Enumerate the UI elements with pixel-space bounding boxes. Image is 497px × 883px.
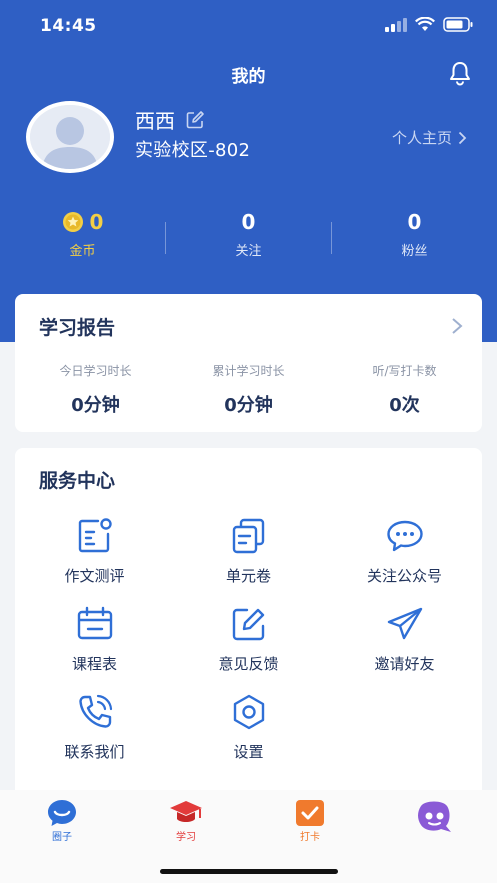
- chevron-right-icon[interactable]: [450, 316, 464, 336]
- service-contact-us[interactable]: 联系我们: [17, 692, 172, 762]
- homepage-link[interactable]: 个人主页: [392, 127, 467, 148]
- service-schedule[interactable]: 课程表: [17, 604, 172, 674]
- home-indicator: [160, 869, 338, 874]
- stat-coins-label: 金币: [69, 244, 96, 259]
- report-item-value: 0分钟: [71, 395, 120, 416]
- feedback-edit-icon: [232, 608, 264, 641]
- checkbox-icon: [296, 800, 324, 826]
- settings-hexagon-icon: [233, 694, 264, 730]
- profile-stats: 0 金币 0 关注 0 粉丝: [0, 208, 497, 268]
- stat-followers-label: 粉丝: [401, 244, 428, 259]
- service-label: 单元卷: [225, 567, 271, 585]
- service-label: 联系我们: [64, 743, 125, 761]
- graduation-cap-icon: [170, 801, 202, 822]
- status-bar: 14:45: [0, 0, 497, 52]
- service-settings[interactable]: 设置: [171, 692, 326, 762]
- calendar-icon: [77, 606, 112, 640]
- signal-icon: [385, 17, 407, 32]
- service-feedback[interactable]: 意见反馈: [171, 604, 326, 674]
- report-item-value: 0分钟: [224, 395, 273, 416]
- chat-bubble-icon: [386, 520, 423, 552]
- battery-icon: [443, 17, 473, 32]
- status-time: 14:45: [40, 16, 97, 36]
- bell-icon[interactable]: [447, 60, 473, 86]
- stat-followers[interactable]: 0 粉丝: [332, 208, 497, 259]
- report-item-label: 今日学习时长: [59, 364, 132, 378]
- username: 西西: [135, 109, 175, 133]
- tab-mine[interactable]: [372, 798, 496, 838]
- learning-report-card[interactable]: 学习报告 今日学习时长 0分钟 累计学习时长 0分钟 听/写打卡数 0次: [15, 294, 482, 432]
- username-row: 西西: [135, 105, 205, 134]
- service-follow-official-account[interactable]: 关注公众号: [327, 516, 482, 586]
- report-item-value: 0次: [389, 395, 420, 416]
- report-item-label: 听/写打卡数: [372, 364, 437, 378]
- unit-paper-icon: [232, 518, 264, 554]
- school-class: 实验校区-802: [135, 140, 251, 161]
- coin-icon: [62, 212, 83, 232]
- service-unit-paper[interactable]: 单元卷: [171, 516, 326, 586]
- chat-circle-icon: [48, 800, 76, 826]
- service-label: 关注公众号: [366, 567, 442, 585]
- report-total-duration: 累计学习时长 0分钟: [171, 362, 326, 417]
- homepage-link-label: 个人主页: [391, 129, 452, 147]
- user-placeholder-icon: [30, 105, 110, 169]
- tab-study[interactable]: 学习: [124, 798, 248, 843]
- tab-label: 圈子: [52, 832, 72, 843]
- report-title: 学习报告: [39, 317, 116, 339]
- robot-mascot-icon: [418, 801, 451, 832]
- wifi-icon: [415, 17, 435, 31]
- phone-icon: [78, 694, 112, 728]
- stat-coins[interactable]: 0 金币: [0, 208, 165, 259]
- tab-circle[interactable]: 圈子: [0, 798, 124, 843]
- stat-coins-value: 0: [89, 210, 104, 234]
- stat-coins-value-row: 0: [0, 208, 165, 236]
- stat-following[interactable]: 0 关注: [166, 208, 331, 259]
- service-essay-review[interactable]: 作文测评: [17, 516, 172, 586]
- report-today-duration: 今日学习时长 0分钟: [18, 362, 173, 417]
- stat-followers-value: 0: [407, 210, 422, 234]
- stat-following-value: 0: [241, 210, 256, 234]
- report-item-label: 累计学习时长: [212, 364, 285, 378]
- tab-label: 学习: [176, 832, 196, 843]
- chevron-right-icon: [458, 131, 467, 144]
- service-label: 作文测评: [64, 567, 125, 585]
- status-icons: [385, 17, 473, 32]
- service-label: 课程表: [71, 655, 117, 673]
- service-title: 服务中心: [39, 470, 116, 492]
- essay-review-icon: [78, 518, 112, 553]
- service-label: 意见反馈: [218, 655, 279, 673]
- stat-following-label: 关注: [235, 244, 262, 259]
- service-center-card: 服务中心 作文测评 单元卷 关注公众号 课程表 意见反馈 邀请好友 联系我们 设…: [15, 448, 482, 790]
- avatar[interactable]: [26, 101, 114, 173]
- service-label: 邀请好友: [374, 655, 435, 673]
- paper-plane-icon: [387, 607, 422, 640]
- page-title: 我的: [231, 67, 266, 87]
- service-invite-friends[interactable]: 邀请好友: [327, 604, 482, 674]
- tab-checkin[interactable]: 打卡: [248, 798, 372, 843]
- edit-name-icon[interactable]: [185, 110, 205, 130]
- report-checkin-count: 听/写打卡数 0次: [327, 362, 482, 417]
- service-label: 设置: [233, 743, 264, 761]
- tab-label: 打卡: [300, 832, 320, 843]
